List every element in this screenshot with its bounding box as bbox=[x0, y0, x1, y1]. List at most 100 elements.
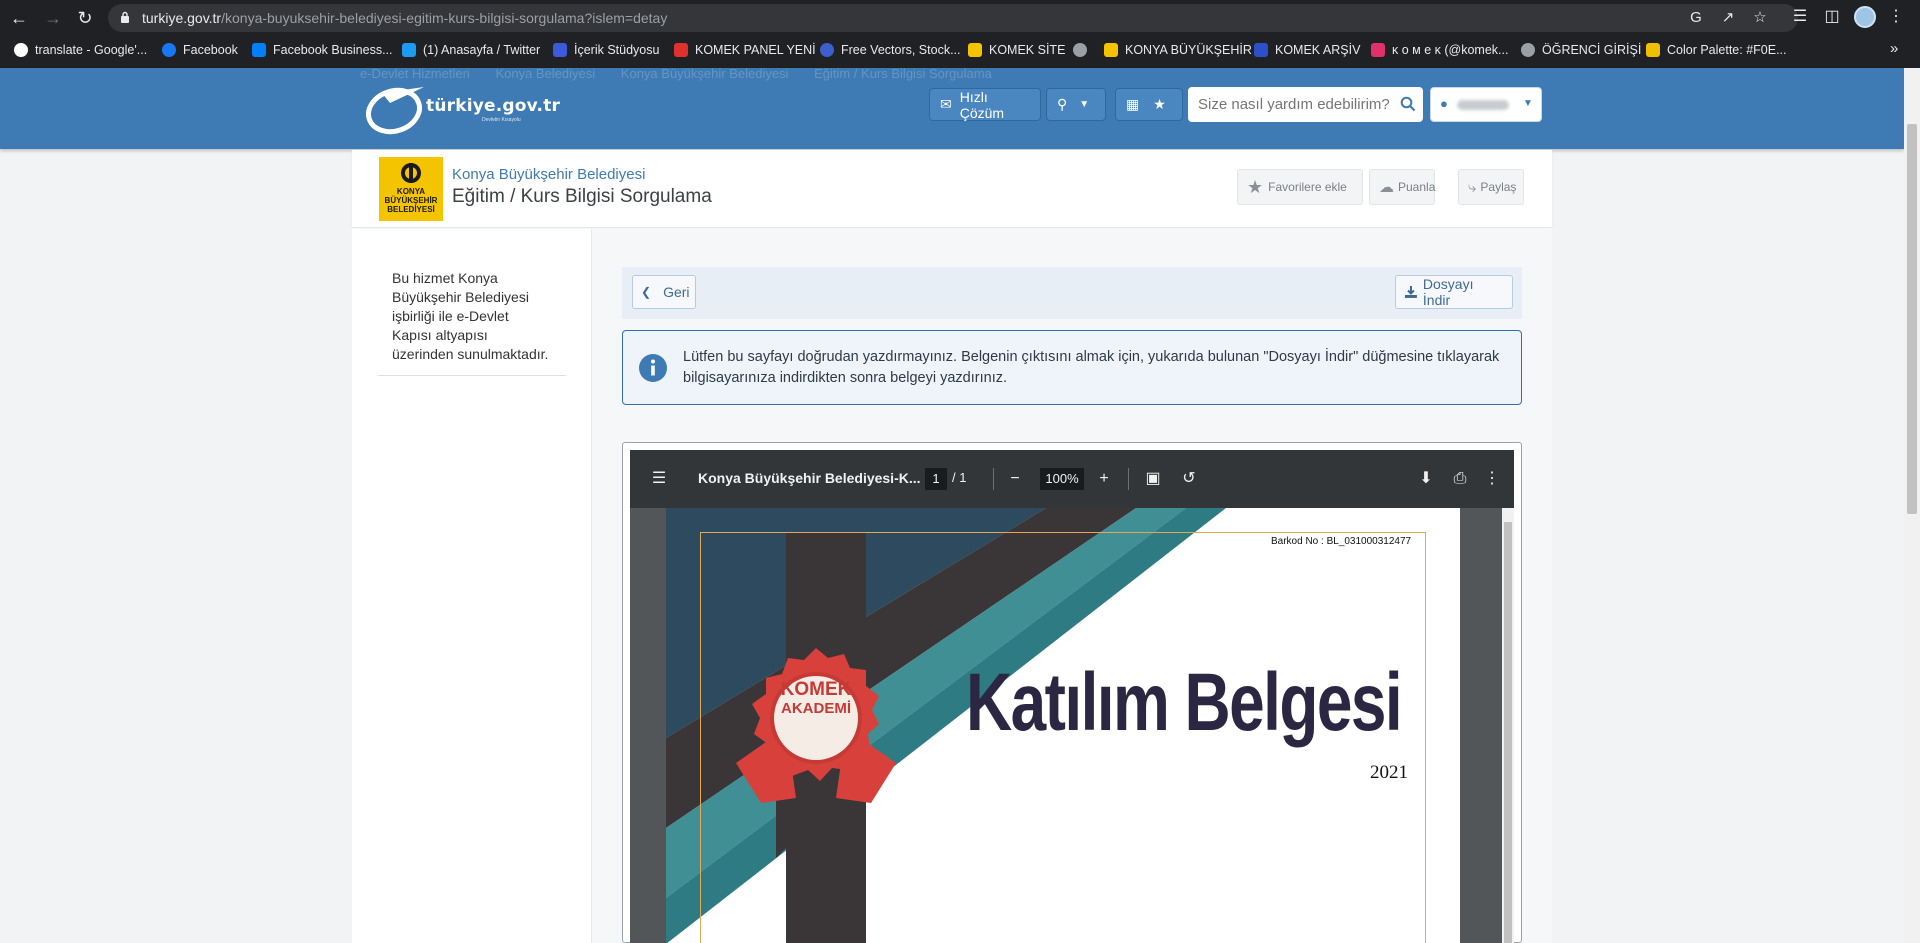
certificate-page: Barkod No : BL_031000312477 KOMEK AKADEM… bbox=[666, 508, 1460, 943]
key-login-button[interactable]: ⚲ ▼ bbox=[1046, 88, 1106, 121]
print-icon[interactable]: ⎙ bbox=[1449, 468, 1471, 490]
bookmark-item[interactable]: (1) Anasayfa / Twitter bbox=[402, 40, 540, 60]
download-icon bbox=[1404, 286, 1417, 298]
studio-icon bbox=[553, 43, 567, 57]
back-button[interactable]: ❮ Geri bbox=[632, 275, 696, 309]
service-card: KONYA BÜYÜKŞEHİR BELEDİYESİ Konya Büyükş… bbox=[352, 150, 1552, 943]
sidebar-note: Bu hizmet Konya Büyükşehir Belediyesi iş… bbox=[392, 270, 549, 362]
reading-list-icon[interactable]: ☰ bbox=[1788, 5, 1812, 29]
konya-icon bbox=[1104, 43, 1118, 57]
zoom-out-icon[interactable]: − bbox=[1004, 468, 1026, 490]
quick-solution-button[interactable]: ✉ Hızlı Çözüm bbox=[929, 88, 1041, 121]
reload-icon[interactable]: ↻ bbox=[72, 5, 98, 31]
address-bar[interactable]: turkiye.gov.tr/konya-buyuksehir-belediye… bbox=[108, 4, 1798, 32]
breadcrumb-item[interactable]: Konya Belediyesi bbox=[495, 66, 595, 81]
hamburger-menu-icon[interactable]: ☰ bbox=[648, 468, 670, 490]
info-icon bbox=[639, 354, 667, 382]
breadcrumb-item[interactable]: Konya Büyükşehir Belediyesi bbox=[621, 66, 789, 81]
bookmark-item[interactable]: ÖĞRENCİ GİRİŞİ bbox=[1521, 40, 1641, 60]
divider bbox=[1128, 468, 1129, 490]
zoom-input[interactable]: 100% bbox=[1040, 468, 1084, 490]
google-icon[interactable]: G bbox=[1686, 8, 1706, 28]
bookmark-item[interactable]: KOMEK ARŞİV bbox=[1254, 40, 1360, 60]
more-options-icon[interactable]: ⋮ bbox=[1481, 468, 1503, 490]
pdf-scrollbar[interactable] bbox=[1502, 508, 1514, 943]
search-box bbox=[1188, 87, 1423, 122]
konya-buyuksehir-logo: KONYA BÜYÜKŞEHİR BELEDİYESİ bbox=[379, 157, 443, 221]
breadcrumb: e-Devlet Hizmetleri Konya Belediyesi Kon… bbox=[360, 66, 1014, 81]
side-panel-icon[interactable]: ◫ bbox=[1820, 5, 1844, 29]
page-scrollbar[interactable] bbox=[1904, 68, 1920, 943]
twitter-icon bbox=[402, 43, 416, 57]
main-content: ❮ Geri Dosyayı İndir Lütfen bu sayfayı d… bbox=[592, 229, 1552, 943]
rotate-icon[interactable]: ↺ bbox=[1178, 468, 1200, 490]
page-scroll-thumb[interactable] bbox=[1907, 124, 1917, 514]
facebook-icon bbox=[162, 43, 176, 57]
id-card-button[interactable]: ▦ ★ bbox=[1115, 88, 1183, 121]
service-header: KONYA BÜYÜKŞEHİR BELEDİYESİ Konya Büyükş… bbox=[352, 150, 1552, 228]
user-name-blurred bbox=[1457, 100, 1509, 110]
browser-chrome: ← → ↻ turkiye.gov.tr/konya-buyuksehir-be… bbox=[0, 0, 1920, 68]
palette-icon bbox=[1646, 43, 1660, 57]
user-menu[interactable]: ● ▼ bbox=[1430, 87, 1542, 122]
bookmark-item[interactable]: İçerik Stüdyosu bbox=[553, 40, 659, 60]
divider bbox=[993, 468, 994, 490]
bookmark-item[interactable]: Facebook Business... bbox=[252, 40, 393, 60]
bookmarks-overflow-icon[interactable]: » bbox=[1890, 40, 1898, 57]
pdf-toolbar: ☰ Konya Büyükşehir Belediyesi-K... 1 / 1… bbox=[630, 450, 1514, 508]
pdf-scroll-thumb[interactable] bbox=[1504, 522, 1512, 943]
bookmark-item[interactable] bbox=[1073, 40, 1094, 60]
bookmark-item[interactable]: Facebook bbox=[162, 40, 238, 60]
key-icon: ⚲ bbox=[1057, 96, 1068, 112]
page-number-input[interactable]: 1 bbox=[925, 468, 947, 490]
star-bookmark-icon[interactable]: ☆ bbox=[1750, 8, 1770, 28]
turkiye-gov-logo[interactable]: türkiye.gov.tr Devletin Kısayolu bbox=[364, 83, 564, 135]
pdf-title: Konya Büyükşehir Belediyesi-K... bbox=[698, 470, 921, 486]
star-icon: ★ bbox=[1247, 176, 1264, 197]
share-icon[interactable]: ↗ bbox=[1718, 8, 1738, 28]
user-icon: ● bbox=[1440, 96, 1448, 111]
zoom-in-icon[interactable]: + bbox=[1093, 468, 1115, 490]
star-icon bbox=[674, 43, 688, 57]
bookmark-item[interactable]: KOMEK PANEL YENİ bbox=[674, 40, 816, 60]
certificate-title: Katılım Belgesi bbox=[966, 657, 1403, 748]
download-file-button[interactable]: Dosyayı İndir bbox=[1395, 275, 1513, 309]
share-button[interactable]: ⤷ Paylaş bbox=[1458, 169, 1524, 205]
institution-name[interactable]: Konya Büyükşehir Belediyesi bbox=[452, 166, 645, 183]
bookmarks-bar: translate - Google'... Facebook Facebook… bbox=[0, 36, 1920, 64]
forward-arrow-icon[interactable]: → bbox=[40, 5, 66, 31]
search-icon[interactable] bbox=[1400, 96, 1416, 112]
komek-seal-icon bbox=[736, 648, 896, 858]
url-text: turkiye.gov.tr/konya-buyuksehir-belediye… bbox=[142, 10, 668, 26]
logo-swoosh-icon bbox=[366, 87, 424, 135]
rate-button[interactable]: ☁ Puanla bbox=[1369, 169, 1435, 205]
bookmark-item[interactable]: KONYA BÜYÜKŞEHİR bbox=[1104, 40, 1252, 60]
chevron-down-icon: ▼ bbox=[1079, 99, 1090, 110]
profile-avatar[interactable] bbox=[1854, 6, 1876, 28]
breadcrumb-item: Eğitim / Kurs Bilgisi Sorgulama bbox=[814, 66, 992, 81]
globe-icon bbox=[1521, 43, 1535, 57]
comment-icon: ☁ bbox=[1379, 179, 1394, 196]
back-arrow-icon[interactable]: ← bbox=[6, 5, 32, 31]
page-title: Eğitim / Kurs Bilgisi Sorgulama bbox=[452, 186, 712, 207]
print-warning-alert: Lütfen bu sayfayı doğrudan yazdırmayınız… bbox=[622, 330, 1522, 405]
pdf-viewer: ☰ Konya Büyükşehir Belediyesi-K... 1 / 1… bbox=[622, 442, 1522, 943]
bookmark-item[interactable]: Color Palette: #F0E... bbox=[1646, 40, 1787, 60]
crest-icon bbox=[401, 163, 421, 183]
star-icon: ★ bbox=[1153, 96, 1166, 112]
pdf-canvas[interactable]: Barkod No : BL_031000312477 KOMEK AKADEM… bbox=[630, 508, 1514, 943]
add-favorite-button[interactable]: ★ Favorilere ekle bbox=[1237, 169, 1363, 205]
download-icon[interactable]: ⬇ bbox=[1415, 468, 1437, 490]
bookmark-item[interactable]: κ ο м е κ (@komek... bbox=[1371, 40, 1508, 60]
bookmark-item[interactable]: KOMEK SİTE bbox=[968, 40, 1065, 60]
menu-dots-icon[interactable]: ⋮ bbox=[1884, 5, 1908, 29]
chevron-down-icon: ▼ bbox=[1523, 98, 1533, 109]
seal-text: KOMEK AKADEMİ bbox=[780, 679, 852, 717]
chevron-left-icon: ❮ bbox=[641, 285, 652, 299]
bookmark-item[interactable]: Free Vectors, Stock... bbox=[820, 40, 961, 60]
fit-page-icon[interactable]: ▣ bbox=[1142, 468, 1164, 490]
search-input[interactable] bbox=[1188, 87, 1393, 122]
id-card-icon: ▦ bbox=[1126, 96, 1140, 112]
breadcrumb-item[interactable]: e-Devlet Hizmetleri bbox=[360, 66, 470, 81]
bookmark-item[interactable]: translate - Google'... bbox=[14, 40, 147, 60]
